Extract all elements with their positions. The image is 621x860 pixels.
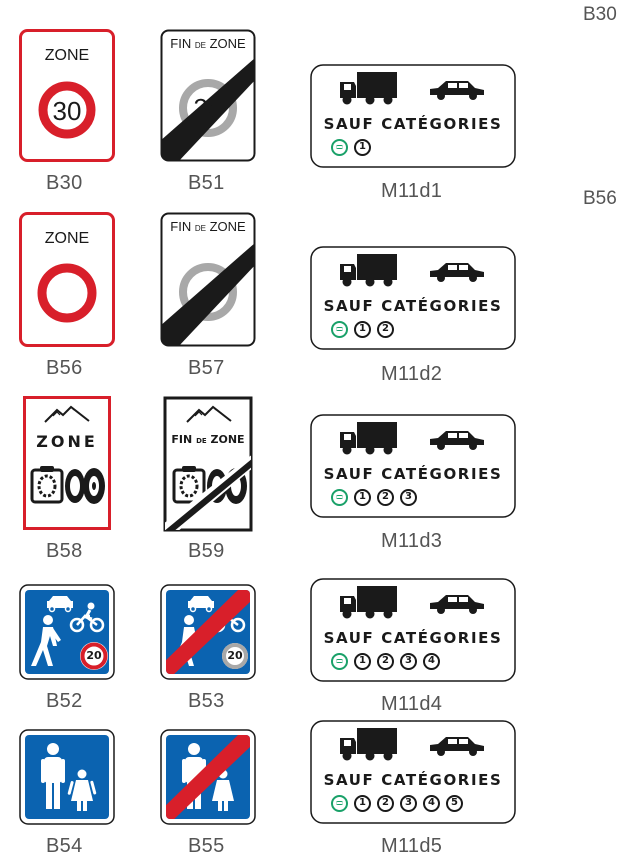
electric-vehicle-icon <box>331 488 348 506</box>
top-right-label-b30: B30 <box>583 4 617 25</box>
category-badge: 1 <box>354 794 371 812</box>
speed-value: 30 <box>193 93 223 123</box>
fin-de-zone-text: FIN DE ZONE <box>170 36 246 51</box>
caption-m11d4: M11d4 <box>381 693 443 715</box>
sign-header: ZONE <box>36 432 98 451</box>
electric-vehicle-icon <box>331 652 348 670</box>
category-badge: 2 <box>377 794 394 812</box>
caption-m11d1: M11d1 <box>381 180 443 202</box>
speed-value: 20 <box>227 649 243 662</box>
sign-b58: ZONE <box>23 396 111 530</box>
sign-b54 <box>19 729 115 825</box>
electric-vehicle-icon <box>331 138 348 156</box>
caption-b59: B59 <box>188 540 225 562</box>
sign-b56: ZONE <box>19 212 115 347</box>
category-icons-row: 1234 <box>331 651 440 671</box>
caption-b51: B51 <box>188 172 225 194</box>
sign-m11d1: SAUF CATÉGORIES 1 <box>310 64 516 168</box>
electric-vehicle-icon <box>331 320 348 338</box>
caption-b57: B57 <box>188 357 225 379</box>
caption-b58: B58 <box>46 540 83 562</box>
category-badge: 1 <box>354 138 371 156</box>
caption-b56: B56 <box>46 357 83 379</box>
category-badge: 3 <box>400 652 417 670</box>
sign-b52: 20 <box>19 584 115 680</box>
sauf-categories-text: SAUF CATÉGORIES <box>323 629 503 647</box>
sign-b55 <box>160 729 256 825</box>
caption-b54: B54 <box>46 835 83 857</box>
sign-b53: 20 <box>160 584 256 680</box>
speed-value: 20 <box>86 649 102 662</box>
top-right-label-b56: B56 <box>583 188 617 209</box>
category-badge: 3 <box>400 794 417 812</box>
sauf-categories-text: SAUF CATÉGORIES <box>323 465 503 483</box>
category-badge: 4 <box>423 652 440 670</box>
category-badge: 3 <box>400 488 417 506</box>
sign-m11d2: SAUF CATÉGORIES 1 2 <box>310 246 516 350</box>
category-badge: 1 <box>354 320 371 338</box>
caption-b55: B55 <box>188 835 225 857</box>
sign-m11d5: SAUF CATÉGORIES 1 2 3 4 5 <box>310 720 516 824</box>
category-badge: 2 <box>377 488 394 506</box>
sign-b57: FIN DE ZONE <box>160 212 256 347</box>
sauf-categories-text: SAUF CATÉGORIES <box>323 771 503 789</box>
sign-m11d4: SAUF CATÉGORIES 1 2 3 4 <box>310 578 516 682</box>
caption-b52: B52 <box>46 690 83 712</box>
sign-b59: FIN DE ZONE <box>163 396 253 532</box>
category-badge: 2 <box>377 652 394 670</box>
category-icons-row: 12 <box>331 319 394 339</box>
category-badge: 4 <box>423 794 440 812</box>
category-icons-row: 1 <box>331 137 371 157</box>
sign-b51: FIN DE ZONE 30 <box>160 29 256 162</box>
sauf-categories-text: SAUF CATÉGORIES <box>323 297 503 315</box>
sign-header: ZONE <box>44 230 90 247</box>
category-badge: 1 <box>354 488 371 506</box>
caption-m11d5: M11d5 <box>381 835 443 857</box>
category-badge: 1 <box>354 652 371 670</box>
sign-b30: ZONE 30 <box>19 29 115 162</box>
sign-header: ZONE <box>44 47 90 64</box>
caption-b30: B30 <box>46 172 83 194</box>
category-icons-row: 123 <box>331 487 417 507</box>
caption-m11d3: M11d3 <box>381 530 443 552</box>
sign-m11d3: SAUF CATÉGORIES 1 2 3 <box>310 414 516 518</box>
category-badge: 2 <box>377 320 394 338</box>
speed-value: 30 <box>52 96 82 126</box>
category-badge: 5 <box>446 794 463 812</box>
caption-b53: B53 <box>188 690 225 712</box>
fin-de-zone-text: FIN DE ZONE <box>170 219 246 234</box>
caption-m11d2: M11d2 <box>381 363 443 385</box>
category-icons-row: 12345 <box>331 793 463 813</box>
electric-vehicle-icon <box>331 794 348 812</box>
sauf-categories-text: SAUF CATÉGORIES <box>323 115 503 133</box>
fin-de-zone-text: FIN DE ZONE <box>171 433 245 446</box>
